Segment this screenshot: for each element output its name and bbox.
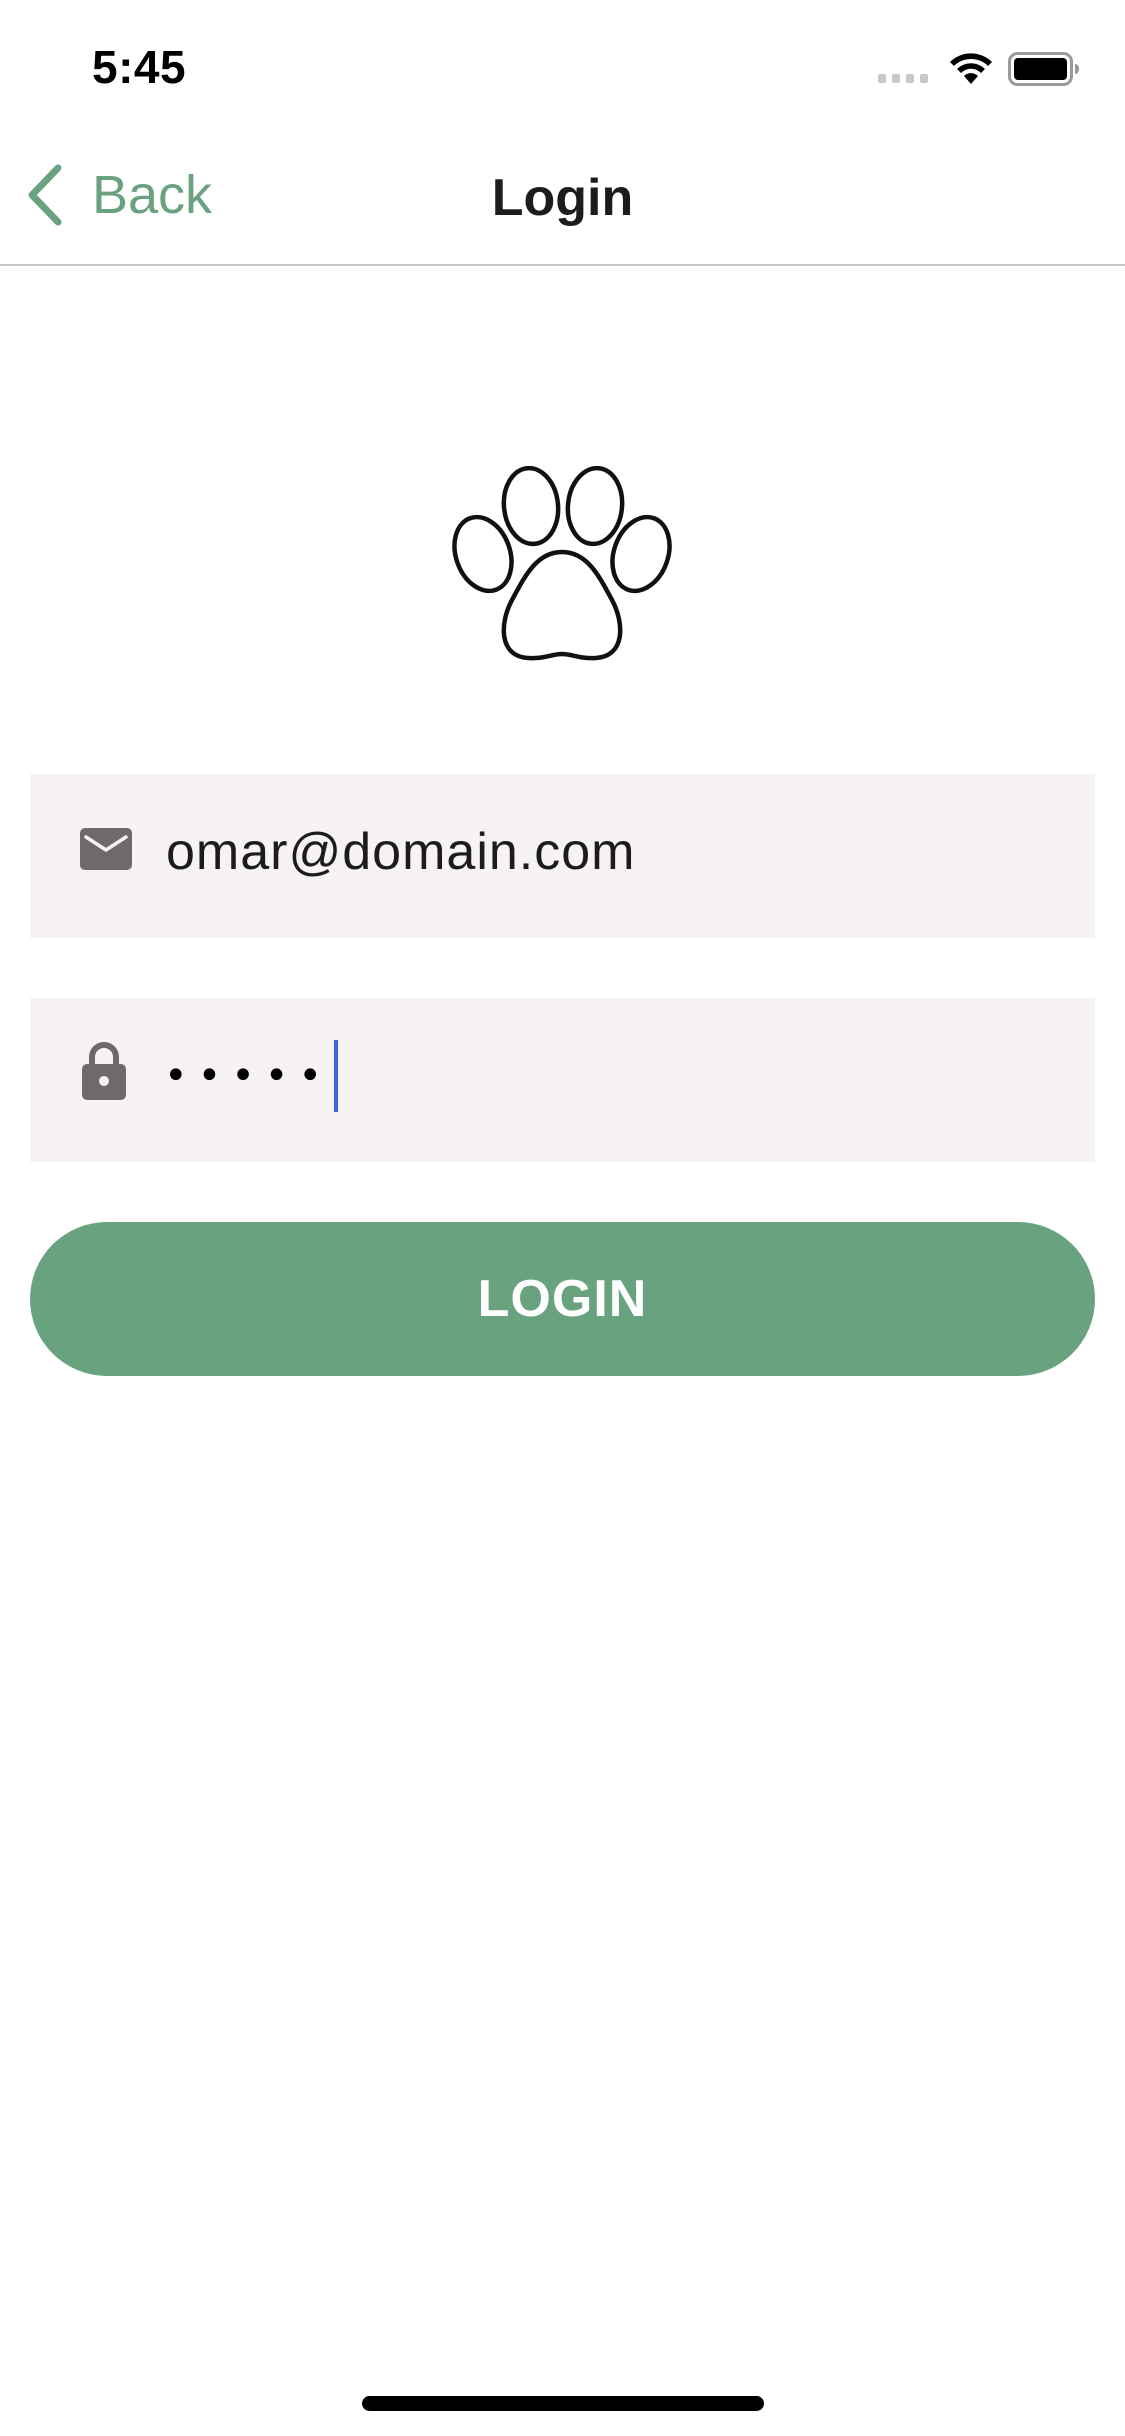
envelope-icon — [80, 828, 132, 875]
email-value: omar@domain.com — [166, 823, 636, 881]
battery-icon — [1008, 52, 1079, 86]
wifi-icon — [950, 53, 992, 84]
text-caret — [333, 1040, 338, 1112]
password-value: ••••• — [164, 1038, 338, 1114]
password-field[interactable]: ••••• — [30, 998, 1095, 1162]
page-title: Login — [491, 169, 634, 227]
status-bar: 5:45 — [0, 0, 1125, 132]
lock-icon — [82, 1040, 126, 1105]
cellular-signal-icon — [878, 74, 928, 83]
email-field[interactable]: omar@domain.com — [30, 774, 1095, 938]
navigation-bar: Back Login — [0, 132, 1125, 266]
login-button[interactable]: LOGIN — [30, 1222, 1095, 1376]
password-dots: ••••• — [164, 1053, 332, 1099]
status-time: 5:45 — [92, 41, 187, 93]
paw-icon — [452, 466, 672, 661]
home-indicator[interactable] — [362, 2396, 764, 2411]
